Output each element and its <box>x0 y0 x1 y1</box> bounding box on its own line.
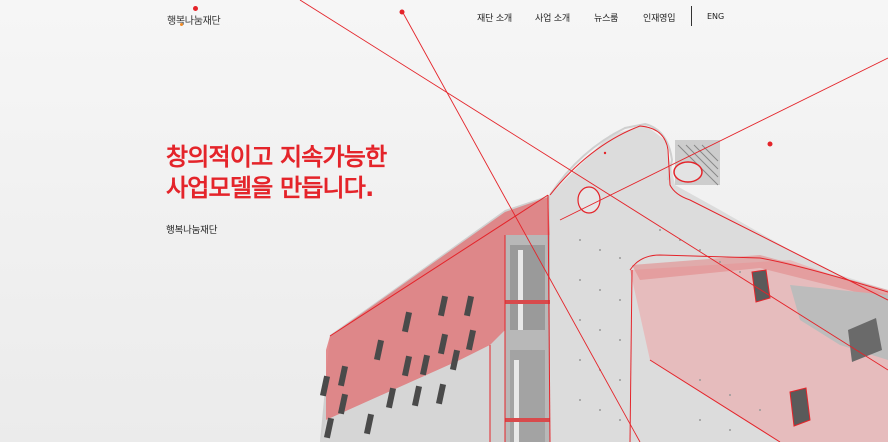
nav-business-intro[interactable]: 사업 소개 <box>535 11 570 24</box>
hero-section: 행복나눔재단 재단 소개 사업 소개 뉴스룸 인재영입 ENG 창의적이고 지속… <box>0 0 888 442</box>
hero-building-illustration <box>0 0 888 442</box>
site-logo[interactable]: 행복나눔재단 <box>167 6 221 28</box>
hero-headline-line2: 사업모델을 만듭니다. <box>166 174 374 202</box>
hero-subtitle: 행복나눔재단 <box>166 225 218 236</box>
nav-divider <box>691 6 692 26</box>
nav-recruitment[interactable]: 인재영입 <box>643 11 676 24</box>
hero-headline: 창의적이고 지속가능한 사업모델을 만듭니다. <box>166 142 387 204</box>
logo-text: 행복나눔재단 <box>167 16 221 27</box>
nav-newsroom[interactable]: 뉴스룸 <box>594 11 618 24</box>
logo-red-dot <box>193 6 198 11</box>
site-header: 행복나눔재단 재단 소개 사업 소개 뉴스룸 인재영입 ENG <box>0 0 888 34</box>
logo-orange-dot <box>180 23 183 26</box>
hero-headline-line1: 창의적이고 지속가능한 <box>166 143 387 171</box>
language-switch-eng[interactable]: ENG <box>707 12 724 21</box>
nav-foundation-intro[interactable]: 재단 소개 <box>477 11 512 24</box>
